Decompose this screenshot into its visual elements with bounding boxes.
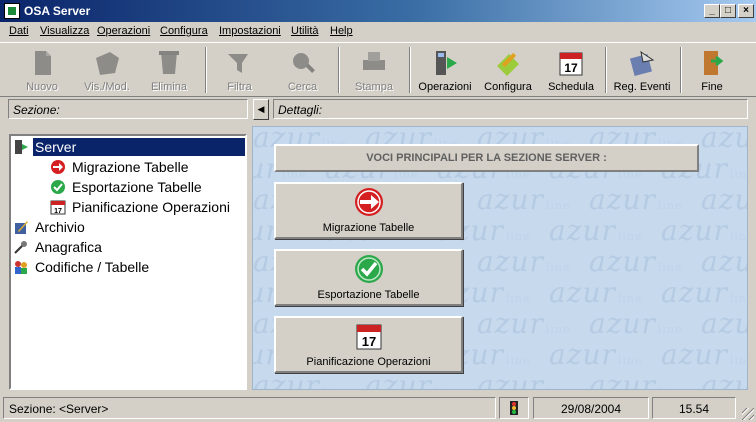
resize-grip[interactable] bbox=[742, 408, 754, 420]
toolbar-nuovo-button[interactable]: Nuovo bbox=[12, 46, 72, 96]
server-icon bbox=[15, 140, 28, 154]
watermark-text: azurline bbox=[549, 214, 643, 247]
pianificazione-operazioni-button[interactable]: 17 Pianificazione Operazioni bbox=[274, 316, 463, 373]
toolbar-operazioni-button[interactable]: Operazioni bbox=[414, 46, 476, 96]
svg-text:17: 17 bbox=[564, 61, 578, 75]
toolbar-separator bbox=[338, 47, 340, 93]
calendar-icon: 17 bbox=[559, 52, 583, 76]
svg-text:17: 17 bbox=[54, 208, 62, 215]
exit-door-icon bbox=[704, 51, 724, 75]
menu-bar: Dati Visualizza Operazioni Configura Imp… bbox=[0, 22, 756, 42]
red-arrow-icon bbox=[355, 188, 383, 216]
details-header: Dettagli: bbox=[273, 99, 748, 119]
menu-help[interactable]: Help bbox=[330, 25, 353, 37]
watermark-text: azurline bbox=[477, 183, 571, 216]
title-bar: OSA Server _ □ × bbox=[0, 0, 756, 22]
new-document-icon bbox=[35, 51, 51, 75]
minimize-button[interactable]: _ bbox=[704, 4, 720, 18]
toolbar-stampa-button[interactable]: Stampa bbox=[345, 46, 403, 96]
red-arrow-icon bbox=[51, 160, 65, 174]
filter-icon bbox=[227, 54, 248, 73]
calendar-icon: 17 bbox=[356, 324, 382, 350]
toolbar-vis-mod-button[interactable]: Vis./Mod. bbox=[77, 46, 137, 96]
watermark-text: azurline bbox=[701, 307, 747, 340]
toolbar-fine-button[interactable]: Fine bbox=[686, 46, 738, 96]
watermark-text: azurline bbox=[549, 338, 643, 371]
navigation-tree: Server Migrazione Tabelle Esportazione T… bbox=[9, 134, 247, 390]
status-bar: Sezione: <Server> 29/08/2004 15.54 bbox=[0, 394, 756, 422]
status-time: 15.54 bbox=[652, 397, 736, 419]
traffic-light-icon bbox=[510, 401, 518, 415]
watermark-text: azurline bbox=[661, 338, 747, 371]
watermark-text: azurline bbox=[477, 369, 570, 390]
green-check-icon bbox=[355, 255, 383, 283]
status-section: Sezione: <Server> bbox=[3, 397, 496, 419]
watermark-text: azurline bbox=[661, 214, 747, 247]
menu-impostazioni[interactable]: Impostazioni bbox=[219, 25, 281, 37]
green-check-icon bbox=[51, 180, 65, 194]
status-date: 29/08/2004 bbox=[533, 397, 649, 419]
watermark-text: azurline bbox=[661, 276, 747, 309]
menu-utilita[interactable]: Utilità bbox=[291, 25, 319, 37]
watermark-text: azurline bbox=[477, 307, 571, 340]
watermark-text: azurline bbox=[549, 276, 643, 309]
toolbar-filtra-button[interactable]: Filtra bbox=[212, 46, 267, 96]
watermark-text: azurline bbox=[701, 183, 747, 216]
watermark-text: azurline bbox=[589, 183, 683, 216]
window-title: OSA Server bbox=[24, 4, 91, 18]
menu-dati[interactable]: Dati bbox=[9, 25, 29, 37]
toolbar-separator bbox=[205, 47, 207, 93]
configure-icon bbox=[497, 52, 519, 76]
toolbar-schedula-button[interactable]: 17 Schedula bbox=[543, 46, 599, 96]
event-log-icon bbox=[629, 50, 655, 77]
delete-icon bbox=[159, 51, 179, 74]
watermark-text: azurline bbox=[589, 307, 683, 340]
migrazione-tabelle-button[interactable]: Migrazione Tabelle bbox=[274, 182, 463, 239]
section-title-bar: VOCI PRINCIPALI PER LA SEZIONE SERVER : bbox=[274, 144, 699, 172]
traffic-light-status bbox=[499, 397, 529, 419]
section-header: Sezione: bbox=[8, 99, 248, 119]
search-icon bbox=[292, 53, 315, 73]
watermark-text: azurline bbox=[589, 245, 683, 278]
watermark-text: azurline bbox=[701, 369, 747, 390]
toolbar: Nuovo Vis./Mod. Elimina Filtra Cerca Sta… bbox=[0, 42, 756, 97]
tools-icon bbox=[14, 241, 27, 254]
edit-icon bbox=[96, 52, 119, 75]
calendar-icon: 17 bbox=[50, 200, 66, 215]
watermark-text: azurline bbox=[477, 245, 571, 278]
menu-visualizza[interactable]: Visualizza bbox=[40, 25, 89, 37]
toolbar-configura-button[interactable]: Configura bbox=[478, 46, 538, 96]
maximize-button[interactable]: □ bbox=[720, 4, 736, 18]
toolbar-cerca-button[interactable]: Cerca bbox=[275, 46, 330, 96]
users-icon bbox=[15, 261, 27, 274]
svg-text:17: 17 bbox=[362, 334, 376, 349]
toolbar-reg-eventi-button[interactable]: Reg. Eventi bbox=[610, 46, 674, 96]
toolbar-separator bbox=[409, 47, 411, 93]
collapse-panel-button[interactable]: ◀ bbox=[253, 99, 269, 120]
toolbar-separator bbox=[680, 47, 682, 93]
toolbar-elimina-button[interactable]: Elimina bbox=[140, 46, 198, 96]
watermark-text: azurline bbox=[701, 245, 747, 278]
run-operations-icon bbox=[436, 51, 457, 75]
esportazione-tabelle-button[interactable]: Esportazione Tabelle bbox=[274, 249, 463, 306]
app-icon bbox=[4, 3, 20, 19]
watermark-text: azurline bbox=[589, 369, 682, 390]
menu-operazioni[interactable]: Operazioni bbox=[97, 25, 150, 37]
watermark-text: azurline bbox=[701, 126, 747, 154]
print-icon bbox=[363, 52, 385, 70]
toolbar-separator bbox=[605, 47, 607, 93]
close-button[interactable]: × bbox=[738, 4, 754, 18]
menu-configura[interactable]: Configura bbox=[160, 25, 208, 37]
archive-icon bbox=[15, 221, 28, 234]
